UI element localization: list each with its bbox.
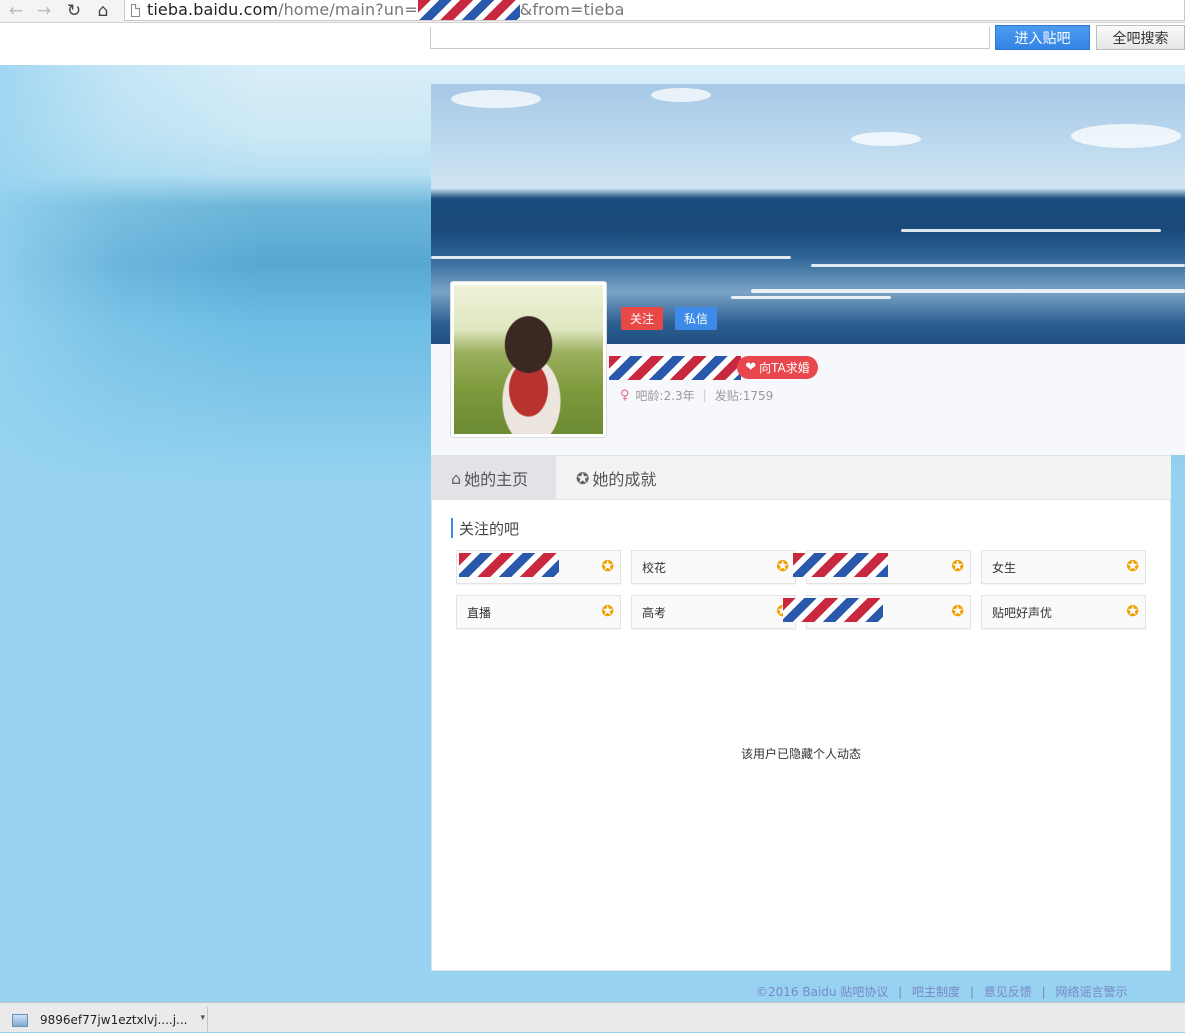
footer-link-moderator-rules[interactable]: 吧主制度 <box>912 985 960 999</box>
redacted-forum-name <box>793 553 888 577</box>
star-icon: ✪ <box>951 602 964 620</box>
followed-forums-title: 关注的吧 <box>451 518 519 538</box>
footer-link-feedback[interactable]: 意见反馈 <box>984 985 1032 999</box>
star-icon: ✪ <box>951 557 964 575</box>
avatar-image <box>454 285 603 434</box>
wave <box>431 256 791 259</box>
forum-name: 直播 <box>467 606 492 620</box>
address-bar[interactable]: tieba.baidu.com/home/main?un= &from=tieba <box>124 0 1185 21</box>
forward-arrow-icon[interactable]: → <box>32 0 56 22</box>
enter-forum-button[interactable]: 进入贴吧 <box>995 25 1090 50</box>
forum-tag[interactable]: 女生 ✪ <box>981 550 1146 584</box>
forum-tag[interactable]: 直播 ✪ <box>456 595 621 629</box>
page-footer: ©2016 Baidu 贴吧协议 | 吧主制度 | 意见反馈 | 网络谣言警示 <box>756 983 1128 1000</box>
forum-tag[interactable]: ✪ <box>783 595 971 629</box>
post-count: 发贴:1759 <box>714 388 774 403</box>
redacted-username <box>609 356 741 380</box>
female-icon: ♀ <box>620 387 630 403</box>
footer-link-rumor-warning[interactable]: 网络谣言警示 <box>1055 985 1127 999</box>
profile-tabs: ⌂ 她的主页 ✪ 她的成就 <box>431 455 1171 500</box>
propose-label: 向TA求婚 <box>759 361 810 375</box>
home-icon[interactable]: ⌂ <box>91 0 115 22</box>
forum-name: 女生 <box>992 561 1017 575</box>
browser-toolbar: ← → ↻ ⌂ tieba.baidu.com/home/main?un= &fr… <box>0 0 1185 23</box>
avatar[interactable] <box>450 281 607 438</box>
tab-label: 她的成就 <box>592 470 657 489</box>
forum-tag[interactable]: ✪ <box>456 550 621 584</box>
private-message-button[interactable]: 私信 <box>675 307 717 330</box>
footer-separator: | <box>1041 985 1046 999</box>
cloud <box>1071 124 1181 148</box>
forum-tag[interactable]: 校花 ✪ <box>631 550 796 584</box>
follow-button[interactable]: 关注 <box>621 307 663 330</box>
url-host: tieba.baidu.com <box>147 0 279 19</box>
reload-icon[interactable]: ↻ <box>62 0 86 22</box>
tab-achievements[interactable]: ✪ 她的成就 <box>556 456 686 500</box>
download-file-name: 9896ef77jw1eztxlvj....j... <box>40 1013 188 1027</box>
copyright: ©2016 Baidu <box>756 985 837 999</box>
redacted-forum-name <box>459 553 559 577</box>
forum-tag[interactable]: 高考 ✪ <box>631 595 796 629</box>
tab-homepage[interactable]: ⌂ 她的主页 <box>431 456 556 500</box>
download-item[interactable]: 9896ef77jw1eztxlvj....j... ▾ <box>4 1007 208 1033</box>
cloud <box>851 132 921 146</box>
url-query: &from=tieba <box>519 0 625 19</box>
background-fade <box>0 65 430 485</box>
forum-age: 吧龄:2.3年 <box>635 388 695 403</box>
forum-name: 高考 <box>642 606 667 620</box>
download-shelf: 9896ef77jw1eztxlvj....j... ▾ <box>0 1002 1185 1033</box>
redacted-username <box>417 0 520 21</box>
forum-tag[interactable]: 贴吧好声优 ✪ <box>981 595 1146 629</box>
wave <box>731 296 891 299</box>
chevron-down-icon[interactable]: ▾ <box>200 1013 205 1023</box>
forum-tag[interactable]: ✪ <box>793 550 971 584</box>
star-icon: ✪ <box>1126 602 1139 620</box>
home-icon: ⌂ <box>451 468 462 488</box>
medal-icon: ✪ <box>576 468 590 488</box>
content-card <box>431 455 1171 971</box>
back-arrow-icon[interactable]: ← <box>4 0 28 22</box>
meta-separator: | <box>702 388 707 402</box>
all-forum-search-button[interactable]: 全吧搜索 <box>1096 25 1185 50</box>
forum-name: 贴吧好声优 <box>992 606 1053 620</box>
redacted-forum-name <box>783 598 883 622</box>
image-file-icon <box>12 1013 28 1027</box>
forum-name: 校花 <box>642 561 667 575</box>
url-path: /home/main?un= <box>278 0 418 19</box>
star-icon: ✪ <box>776 557 789 575</box>
forum-search-input[interactable] <box>430 27 990 49</box>
tab-label: 她的主页 <box>464 470 529 489</box>
footer-separator: | <box>969 985 974 999</box>
url-text: tieba.baidu.com/home/main?un= &from=tieba <box>147 0 625 21</box>
wave <box>811 264 1185 267</box>
footer-separator: | <box>898 985 903 999</box>
user-meta: ♀ 吧龄:2.3年 | 发贴:1759 <box>620 387 773 403</box>
footer-link-agreement[interactable]: 贴吧协议 <box>840 985 888 999</box>
star-icon: ✪ <box>1126 557 1139 575</box>
page-icon <box>131 3 140 17</box>
hidden-activity-note: 该用户已隐藏个人动态 <box>740 747 861 761</box>
propose-button[interactable]: ❤ 向TA求婚 <box>737 356 818 379</box>
cloud <box>651 88 711 102</box>
cloud <box>451 90 541 108</box>
search-header: 进入贴吧 全吧搜索 <box>0 23 1185 65</box>
star-icon: ✪ <box>601 557 614 575</box>
wave <box>901 229 1161 232</box>
wave <box>751 289 1185 293</box>
heart-icon: ❤ <box>745 360 757 375</box>
star-icon: ✪ <box>601 602 614 620</box>
